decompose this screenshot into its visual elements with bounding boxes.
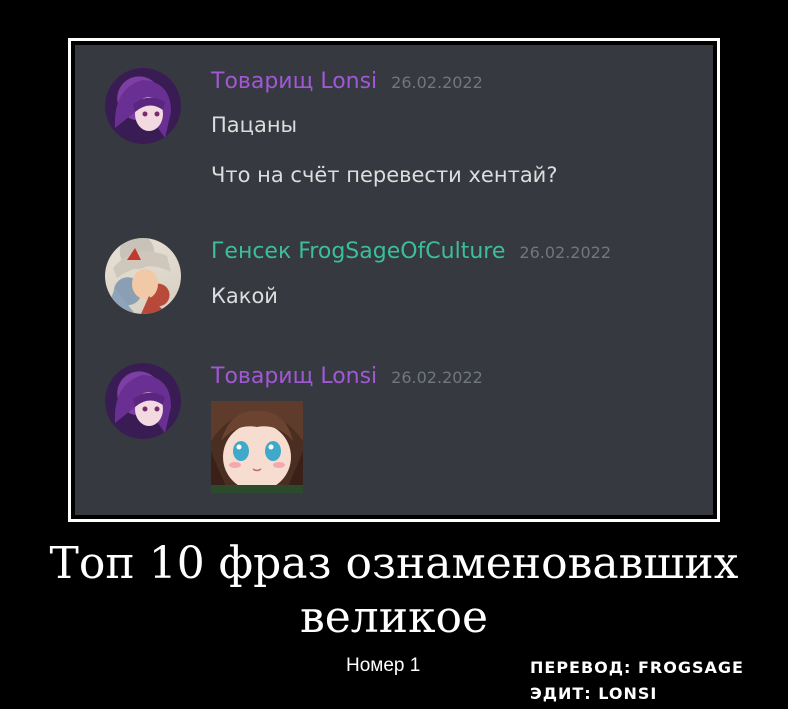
author-label[interactable]: Товарищ Lonsi — [211, 364, 377, 389]
message-text: Какой — [211, 284, 278, 308]
credit-translation: ПЕРЕВОД: FROGSAGE — [530, 658, 744, 677]
caption-line-2: великое — [299, 592, 489, 643]
message-timestamp: 26.02.2022 — [391, 368, 483, 387]
author-name[interactable]: Генсек FrogSageOfCulture 26.02.2022 — [211, 239, 611, 264]
avatar-lonsi-icon — [114, 80, 171, 138]
anime-girl-image-icon — [211, 401, 303, 493]
avatar-lonsi-icon — [114, 375, 171, 433]
author-label[interactable]: Товарищ Lonsi — [211, 69, 377, 94]
caption-line-1: Топ 10 фраз ознаменовавших — [49, 538, 739, 589]
message-text: Что на счёт перевести хентай? — [211, 163, 558, 187]
avatar-frogsage[interactable] — [105, 238, 181, 314]
author-name[interactable]: Товарищ Lonsi 26.02.2022 — [211, 364, 483, 389]
message-text: Пацаны — [211, 113, 298, 137]
avatar-frogsage-icon — [105, 248, 171, 314]
message-timestamp: 26.02.2022 — [519, 243, 611, 262]
chat-screenshot: Товарищ Lonsi 26.02.2022 Пацаны Что на сч… — [75, 45, 713, 515]
image-attachment[interactable] — [211, 401, 303, 493]
author-name[interactable]: Товарищ Lonsi 26.02.2022 — [211, 69, 483, 94]
caption-subtitle: Номер 1 — [346, 655, 421, 676]
demotivator-frame: Товарищ Lonsi 26.02.2022 Пацаны Что на сч… — [68, 38, 720, 522]
avatar-lonsi[interactable] — [105, 68, 181, 144]
message-timestamp: 26.02.2022 — [391, 73, 483, 92]
author-label[interactable]: Генсек FrogSageOfCulture — [211, 239, 505, 264]
avatar-lonsi[interactable] — [105, 363, 181, 439]
credit-edit: ЭДИТ: LONSI — [530, 684, 658, 703]
